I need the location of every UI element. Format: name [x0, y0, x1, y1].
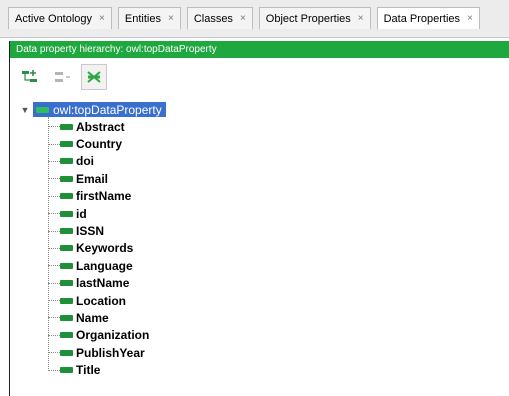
data-property-icon	[60, 367, 73, 374]
tree-node-label: owl:topDataProperty	[53, 102, 162, 117]
close-icon[interactable]: ×	[99, 8, 105, 30]
tree-node-label: id	[76, 206, 87, 221]
data-property-icon	[60, 141, 73, 148]
data-property-icon	[60, 349, 73, 356]
tree-node-publishyear[interactable]: PublishYear	[48, 344, 149, 361]
data-property-icon	[60, 158, 73, 165]
data-property-icon	[60, 262, 73, 269]
tab-label: Object Properties	[265, 12, 351, 25]
tab-object-properties[interactable]: Object Properties ×	[258, 7, 371, 30]
tab-classes[interactable]: Classes ×	[186, 7, 253, 30]
tree-node-label: Email	[76, 171, 109, 186]
tree-node-label: Location	[76, 293, 126, 308]
tab-label: Active Ontology	[15, 12, 93, 25]
delete-property-button[interactable]	[81, 64, 107, 90]
data-property-icon	[60, 175, 73, 182]
close-icon[interactable]: ×	[240, 8, 246, 30]
tab-data-properties[interactable]: Data Properties ×	[376, 7, 480, 30]
data-property-icon	[60, 332, 73, 339]
data-property-hierarchy-panel: Data property hierarchy: owl:topDataProp…	[9, 41, 509, 396]
data-property-icon	[60, 193, 73, 200]
tree-root-row[interactable]: ▼ owl:topDataProperty	[20, 101, 166, 118]
close-icon[interactable]: ×	[168, 8, 174, 30]
tree-node-label: ISSN	[76, 224, 105, 239]
tab-entities[interactable]: Entities ×	[117, 7, 181, 30]
tree-node-label: firstName	[76, 189, 132, 204]
property-tree: ▼ owl:topDataProperty Abstract Country d…	[20, 101, 490, 391]
tree-node-abstract[interactable]: Abstract	[48, 118, 149, 135]
tab-active-ontology[interactable]: Active Ontology ×	[8, 7, 112, 29]
data-property-icon	[60, 228, 73, 235]
tree-node-label: Country	[76, 137, 122, 152]
tree-node-label: lastName	[76, 276, 130, 291]
tree-node-firstname[interactable]: firstName	[48, 188, 149, 205]
data-property-icon	[60, 297, 73, 304]
tree-node-label: Name	[76, 310, 109, 325]
tab-label: Classes	[193, 12, 233, 25]
tree-node-label: Title	[76, 363, 101, 378]
view-tab-bar: Active Ontology × Entities × Classes × O…	[0, 0, 509, 38]
tree-node-owl-topdataproperty[interactable]: owl:topDataProperty	[33, 102, 166, 117]
data-property-icon	[60, 314, 73, 321]
tree-node-location[interactable]: Location	[48, 292, 149, 309]
tree-node-keywords[interactable]: Keywords	[48, 240, 149, 257]
add-subproperty-icon	[22, 70, 37, 82]
tree-node-organization[interactable]: Organization	[48, 327, 149, 344]
close-icon[interactable]: ×	[358, 8, 364, 30]
tree-node-id[interactable]: id	[48, 205, 149, 222]
tree-node-label: doi	[76, 154, 94, 169]
tree-node-language[interactable]: Language	[48, 257, 149, 274]
data-property-icon	[60, 245, 73, 252]
close-icon[interactable]: ×	[467, 8, 473, 30]
tree-node-label: PublishYear	[76, 345, 145, 360]
tree-node-lastname[interactable]: lastName	[48, 275, 149, 292]
add-sibling-property-icon	[55, 72, 70, 82]
delete-property-icon	[87, 71, 101, 83]
add-subproperty-button[interactable]	[17, 64, 43, 90]
tab-label: Entities	[124, 12, 161, 25]
data-property-icon	[60, 210, 73, 217]
tree-node-label: Language	[76, 258, 133, 273]
data-property-icon	[60, 280, 73, 287]
tree-node-email[interactable]: Email	[48, 170, 149, 187]
add-sibling-property-button[interactable]	[49, 64, 75, 90]
tree-node-label: Abstract	[76, 119, 125, 134]
hierarchy-toolbar	[10, 60, 509, 94]
tree-node-label: Keywords	[76, 241, 134, 256]
tree-node-doi[interactable]: doi	[48, 153, 149, 170]
tree-node-country[interactable]: Country	[48, 135, 149, 152]
panel-title: Data property hierarchy: owl:topDataProp…	[10, 41, 509, 58]
tree-node-title[interactable]: Title	[48, 361, 149, 378]
data-property-icon	[36, 106, 49, 113]
tree-node-issn[interactable]: ISSN	[48, 222, 149, 239]
tree-node-name[interactable]: Name	[48, 309, 149, 326]
data-property-icon	[60, 123, 73, 130]
tab-label: Data Properties	[383, 12, 461, 25]
expand-toggle-icon[interactable]: ▼	[20, 105, 30, 115]
tree-node-label: Organization	[76, 328, 150, 343]
tree-children: Abstract Country doi Email firstName id …	[48, 118, 149, 379]
